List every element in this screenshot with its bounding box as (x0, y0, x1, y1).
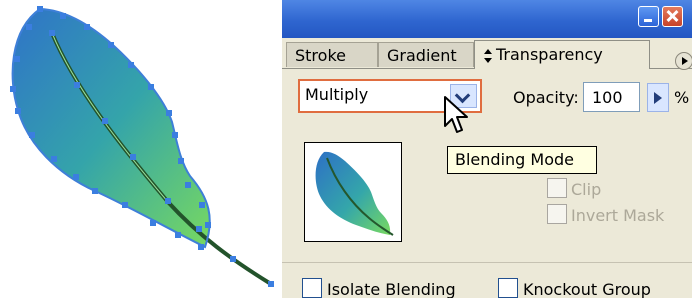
close-icon[interactable] (662, 6, 683, 27)
panel-titlebar[interactable] (282, 0, 692, 38)
anchor-point (148, 84, 154, 90)
anchor-point (198, 244, 204, 250)
anchor-point (14, 56, 20, 62)
tab-gradient[interactable]: Gradient (378, 42, 474, 67)
anchor-point (199, 202, 205, 208)
anchor-point (130, 154, 136, 160)
tab-stroke-label: Stroke (295, 46, 346, 65)
knockout-group-label: Knockout Group (523, 280, 651, 298)
anchor-point (122, 202, 128, 208)
clip-checkbox[interactable] (547, 178, 567, 198)
anchor-point (108, 42, 114, 48)
knockout-group-checkbox[interactable] (498, 278, 518, 298)
clip-label: Clip (571, 180, 602, 199)
anchor-point (74, 82, 80, 88)
invert-mask-checkbox[interactable] (547, 204, 567, 224)
blend-mode-value: Multiply (305, 85, 369, 104)
anchor-point (185, 182, 191, 188)
panel-divider (282, 262, 692, 263)
anchor-point (49, 30, 55, 36)
anchor-point (51, 156, 57, 162)
anchor-point (26, 24, 32, 30)
opacity-value: 100 (592, 88, 623, 107)
anchor-point (29, 132, 35, 138)
panel-menu-arrow-icon[interactable] (675, 52, 692, 70)
anchor-point (150, 220, 156, 226)
tooltip-text: Blending Mode (455, 150, 574, 169)
anchor-point (37, 6, 43, 12)
anchor-point (166, 110, 172, 116)
anchor-point (73, 174, 79, 180)
transparency-panel: Stroke Gradient Transparency Multiply Op… (282, 0, 692, 298)
minimize-icon[interactable] (638, 6, 659, 27)
transparency-tab-icon (484, 49, 492, 63)
anchor-point (196, 226, 202, 232)
anchor-point (84, 24, 90, 30)
anchor-point (102, 118, 108, 124)
play-arrow-icon[interactable] (647, 83, 669, 112)
anchor-point (178, 158, 184, 164)
opacity-label: Opacity: (513, 88, 579, 107)
feather-artwork (10, 6, 274, 287)
anchor-point (230, 256, 236, 262)
panel-tab-strip: Stroke Gradient Transparency (282, 38, 692, 69)
anchor-point (268, 281, 274, 287)
anchor-point (205, 222, 211, 228)
anchor-point (15, 108, 21, 114)
anchor-point (175, 232, 181, 238)
isolate-blending-label: Isolate Blending (327, 280, 456, 298)
opacity-unit: % (674, 88, 690, 107)
tab-gradient-label: Gradient (387, 46, 457, 65)
blending-mode-tooltip: Blending Mode (447, 146, 597, 174)
anchor-point (92, 188, 98, 194)
opacity-field[interactable]: 100 (583, 82, 640, 112)
anchor-point (10, 86, 16, 92)
tab-transparency[interactable]: Transparency (474, 40, 650, 69)
artwork-thumbnail[interactable] (304, 142, 402, 242)
anchor-point (165, 198, 171, 204)
artboard (0, 0, 280, 298)
anchor-point (128, 62, 134, 68)
isolate-blending-checkbox[interactable] (302, 278, 322, 298)
feather-thumbnail-icon (315, 151, 394, 236)
invert-mask-label: Invert Mask (571, 206, 665, 225)
tab-transparency-label: Transparency (496, 45, 603, 64)
anchor-point (60, 13, 66, 19)
tab-stroke[interactable]: Stroke (286, 42, 378, 67)
anchor-point (172, 132, 178, 138)
mouse-pointer-icon (444, 96, 468, 133)
